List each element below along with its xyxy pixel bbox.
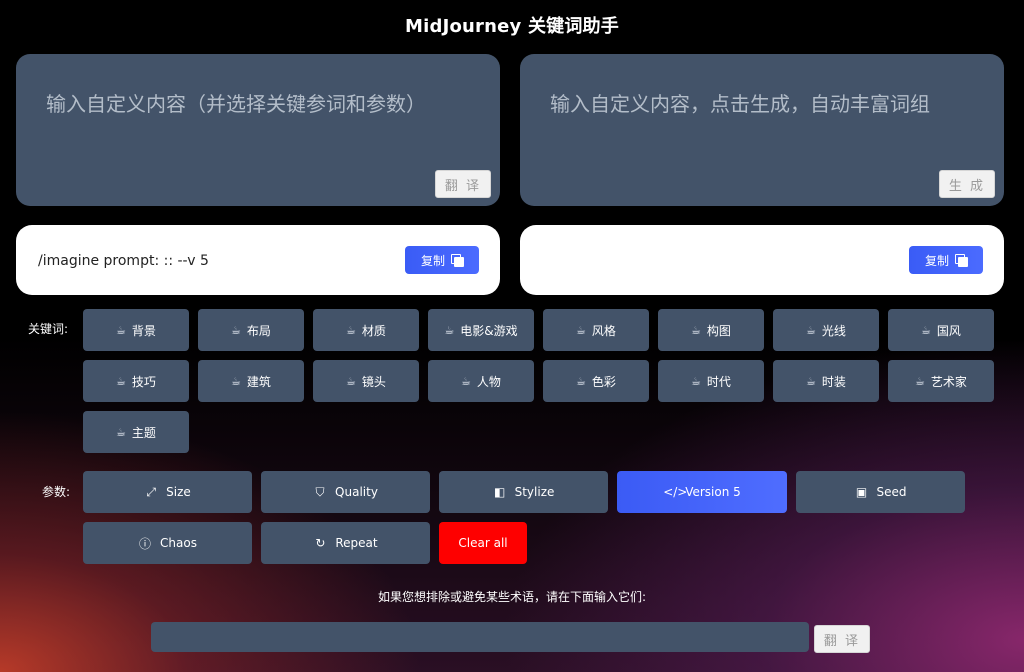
param-label: Seed xyxy=(876,485,907,499)
copy-icon xyxy=(451,254,464,267)
coffee-icon: ☕ xyxy=(444,323,455,337)
keyword-button[interactable]: ☕ 人物 xyxy=(428,360,534,402)
coffee-icon: ☕ xyxy=(231,323,241,337)
keyword-label: 风格 xyxy=(591,323,616,338)
param-button-stylize[interactable]: ◧ Stylize xyxy=(439,471,608,513)
param-button-version-5[interactable]: </> Version 5 xyxy=(617,471,787,513)
keyword-label: 光线 xyxy=(821,323,846,338)
keyword-label: 人物 xyxy=(476,374,501,389)
keyword-button[interactable]: ☕ 镜头 xyxy=(313,360,419,402)
copy-generated-button[interactable]: 复制 xyxy=(909,246,983,274)
generated-output: 复制 xyxy=(520,225,1004,295)
copy-icon xyxy=(955,254,968,267)
keyword-label: 时装 xyxy=(821,374,846,389)
custom-content-placeholder: 输入自定义内容（并选择关键参词和参数） xyxy=(46,92,426,116)
keyword-label: 国风 xyxy=(936,323,961,338)
coffee-icon: ☕ xyxy=(231,374,241,388)
keyword-label: 色彩 xyxy=(591,374,616,389)
page-title: MidJourney 关键词助手 xyxy=(405,16,619,37)
keyword-button[interactable]: ☕ 构图 xyxy=(658,309,764,351)
keyword-label: 时代 xyxy=(706,374,731,389)
seed-icon: ▣ xyxy=(855,485,868,499)
keyword-label: 布局 xyxy=(246,323,271,338)
repeat-icon: ↻ xyxy=(315,536,326,550)
keywords-label: 关键词: xyxy=(28,322,69,336)
prompt-output-text: /imagine prompt: :: --v 5 xyxy=(38,253,209,269)
keyword-button[interactable]: ☕ 主题 xyxy=(83,411,189,453)
copy-label: 复制 xyxy=(924,253,949,268)
keyword-button[interactable]: ☕ 背景 xyxy=(83,309,189,351)
param-button-size[interactable]: ⤢ Size xyxy=(83,471,252,513)
keyword-label: 建筑 xyxy=(246,374,271,389)
prompt-output: /imagine prompt: :: --v 5 复制 xyxy=(16,225,500,295)
code-icon: </> xyxy=(663,485,688,499)
coffee-icon: ☕ xyxy=(346,323,356,337)
generate-button[interactable]: 生 成 xyxy=(939,170,995,198)
coffee-icon: ☕ xyxy=(806,323,816,337)
param-label: Size xyxy=(166,485,191,499)
keyword-button[interactable]: ☕ 材质 xyxy=(313,309,419,351)
coffee-icon: ☕ xyxy=(691,323,701,337)
param-label: Chaos xyxy=(160,536,197,550)
keyword-button[interactable]: ☕ 建筑 xyxy=(198,360,304,402)
coffee-icon: ☕ xyxy=(691,374,701,388)
keyword-label: 镜头 xyxy=(361,374,386,389)
keyword-button[interactable]: ☕ 时代 xyxy=(658,360,764,402)
param-label: Repeat xyxy=(335,536,378,550)
copy-label: 复制 xyxy=(420,253,445,268)
palette-icon: ◧ xyxy=(493,485,506,499)
keyword-label: 艺术家 xyxy=(930,374,967,389)
keyword-label: 技巧 xyxy=(131,374,156,389)
coffee-icon: ☕ xyxy=(116,374,126,388)
coffee-icon: ☕ xyxy=(576,374,586,388)
custom-content-input[interactable]: 输入自定义内容（并选择关键参词和参数） 翻 译 xyxy=(16,54,500,206)
generate-content-placeholder: 输入自定义内容，点击生成，自动丰富词组 xyxy=(550,92,930,116)
param-button-chaos[interactable]: ⓘ Chaos xyxy=(83,522,252,564)
exclude-translate-button[interactable]: 翻 译 xyxy=(814,625,870,653)
param-button-quality[interactable]: ⛉ Quality xyxy=(261,471,430,513)
keyword-button[interactable]: ☕ 时装 xyxy=(773,360,879,402)
keyword-button[interactable]: ☕ 风格 xyxy=(543,309,649,351)
coffee-icon: ☕ xyxy=(346,374,356,388)
keyword-label: 背景 xyxy=(131,323,156,338)
exclude-input[interactable] xyxy=(151,622,809,652)
param-label: Stylize xyxy=(514,485,555,499)
keyword-button[interactable]: ☕ 色彩 xyxy=(543,360,649,402)
params-label: 参数: xyxy=(42,485,71,499)
coffee-icon: ☕ xyxy=(576,323,586,337)
exclude-label: 如果您想排除或避免某些术语，请在下面输入它们: xyxy=(377,590,647,604)
coffee-icon: ☕ xyxy=(921,323,931,337)
keyword-button[interactable]: ☕ 布局 xyxy=(198,309,304,351)
param-label: Quality xyxy=(335,485,378,499)
keyword-button[interactable]: ☕ 电影&游戏 xyxy=(428,309,534,351)
coffee-icon: ☕ xyxy=(915,374,925,388)
keyword-button[interactable]: ☕ 国风 xyxy=(888,309,994,351)
keyword-button[interactable]: ☕ 艺术家 xyxy=(888,360,994,402)
shield-icon: ⛉ xyxy=(315,484,325,499)
keyword-label: 主题 xyxy=(131,425,156,440)
param-button-clear-all[interactable]: Clear all xyxy=(439,522,527,564)
param-label: Version 5 xyxy=(685,485,741,499)
alert-circle-icon: ⓘ xyxy=(139,536,152,551)
copy-prompt-button[interactable]: 复制 xyxy=(405,246,479,274)
keyword-button[interactable]: ☕ 技巧 xyxy=(83,360,189,402)
param-button-seed[interactable]: ▣ Seed xyxy=(796,471,965,513)
coffee-icon: ☕ xyxy=(461,374,471,388)
param-button-repeat[interactable]: ↻ Repeat xyxy=(261,522,430,564)
coffee-icon: ☕ xyxy=(116,323,126,337)
param-label: Clear all xyxy=(458,536,508,550)
coffee-icon: ☕ xyxy=(806,374,816,388)
keyword-label: 材质 xyxy=(361,323,386,338)
keyword-label: 电影&游戏 xyxy=(460,323,518,338)
translate-button[interactable]: 翻 译 xyxy=(435,170,491,198)
keyword-button[interactable]: ☕ 光线 xyxy=(773,309,879,351)
expand-icon: ⤢ xyxy=(146,484,156,499)
keyword-label: 构图 xyxy=(706,323,731,338)
generate-content-input[interactable]: 输入自定义内容，点击生成，自动丰富词组 生 成 xyxy=(520,54,1004,206)
coffee-icon: ☕ xyxy=(116,425,126,439)
